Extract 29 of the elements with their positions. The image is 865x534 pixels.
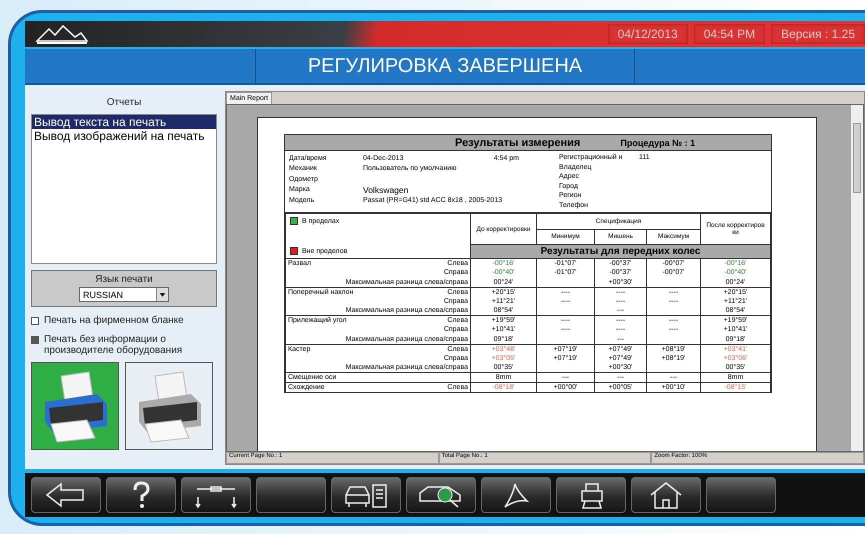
info-value: Volkswagen <box>363 184 408 195</box>
toolbar-button[interactable] <box>556 477 626 513</box>
toolbar-button[interactable] <box>631 477 701 513</box>
reports-label: Отчеты <box>106 96 142 110</box>
toolbar-button[interactable] <box>406 477 476 513</box>
checkbox-label: Печать без информации о производителе оборудования <box>44 334 184 356</box>
checkbox[interactable] <box>31 317 39 325</box>
screen-title: РЕГУЛИРОВКА ЗАВЕРШЕНА <box>255 49 635 83</box>
toolbar-button[interactable] <box>106 477 176 513</box>
version-display: Версия : 1.25 <box>771 24 865 44</box>
printer-button[interactable] <box>31 362 119 450</box>
time-display: 04:54 PM <box>694 24 766 44</box>
report-item[interactable]: Вывод изображений на печать <box>32 129 216 143</box>
section-title: Результаты для передних колес <box>470 244 770 258</box>
procedure-number: Процедура № : 1 <box>620 138 696 148</box>
language-select[interactable]: RUSSIAN <box>79 287 169 302</box>
report-item[interactable]: Вывод текста на печать <box>32 115 216 129</box>
toolbar-button[interactable] <box>181 477 251 513</box>
report-title: Результаты измерения <box>455 136 580 148</box>
toolbar-button[interactable] <box>331 477 401 513</box>
language-label: Язык печати <box>95 274 153 285</box>
checkbox[interactable] <box>31 336 39 344</box>
toolbar-button[interactable] <box>481 477 551 513</box>
printer-button[interactable] <box>125 362 213 450</box>
toolbar-button[interactable] <box>31 477 101 513</box>
mountain-logo-icon <box>35 23 89 45</box>
date-display: 04/12/2013 <box>608 24 688 44</box>
checkbox-label: Печать на фирменном бланке <box>44 315 184 326</box>
scrollbar[interactable] <box>851 105 863 451</box>
